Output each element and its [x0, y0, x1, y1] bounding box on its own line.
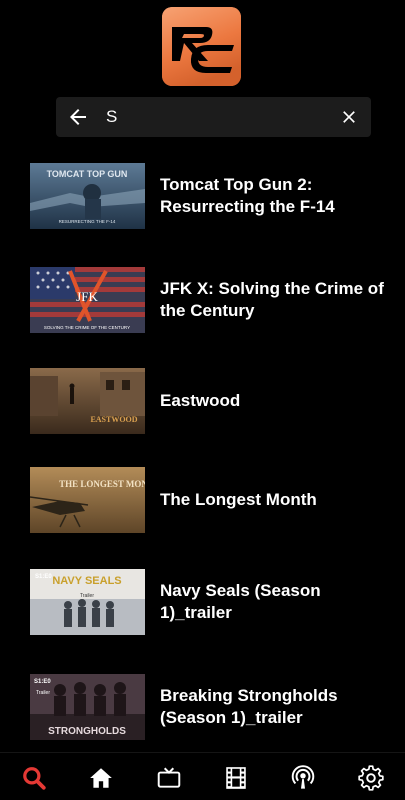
- result-title: Eastwood: [160, 391, 241, 410]
- result-thumbnail: S1:E0 Trailer STRONGHOLDS: [30, 674, 145, 740]
- result-item[interactable]: S1:E0 Trailer STRONGHOLDS Breaking Stron…: [0, 674, 405, 742]
- result-thumbnail: TOMCAT TOP GUN RESURRECTING THE F-14: [30, 163, 145, 229]
- thumb-subtitle: Trailer: [80, 593, 94, 599]
- result-thumbnail: S1:E0 NAVY SEALS Trailer: [30, 569, 145, 635]
- thumb-title: NAVY SEALS: [52, 575, 121, 587]
- thumb-title: STRONGHOLDS: [48, 726, 126, 737]
- thumb-title: THE LONGEST MONTH: [59, 479, 145, 489]
- search-icon[interactable]: [21, 765, 47, 791]
- result-thumbnail: THE LONGEST MONTH: [30, 467, 145, 533]
- back-arrow-icon[interactable]: [66, 105, 90, 129]
- thumb-subtitle: RESURRECTING THE F-14: [59, 219, 116, 224]
- result-thumbnail: EASTWOOD: [30, 368, 145, 434]
- result-title: Breaking Strongholds (Season 1)_trailer: [160, 686, 338, 727]
- thumb-badge: S1:E0: [35, 574, 52, 580]
- bottom-nav: [0, 752, 405, 800]
- clear-search-icon[interactable]: [339, 107, 359, 127]
- result-item[interactable]: JFK SOLVING THE CRIME OF THE CENTURY JFK…: [0, 267, 405, 335]
- result-item[interactable]: S1:E0 NAVY SEALS Trailer Navy Seals (Sea…: [0, 569, 405, 637]
- thumb-badge: S1:E0: [34, 679, 51, 685]
- gear-icon[interactable]: [358, 765, 384, 791]
- podcast-icon[interactable]: [290, 765, 316, 791]
- result-title: JFK X: Solving the Crime of the Century: [160, 279, 384, 320]
- thumb-title: TOMCAT TOP GUN: [47, 169, 128, 179]
- search-input[interactable]: [106, 103, 326, 131]
- rc-logo-icon: [162, 7, 241, 86]
- result-item[interactable]: TOMCAT TOP GUN RESURRECTING THE F-14 Tom…: [0, 163, 405, 231]
- result-title: The Longest Month: [160, 490, 317, 509]
- result-title: Tomcat Top Gun 2: Resurrecting the F-14: [160, 175, 335, 216]
- thumb-title: EASTWOOD: [90, 415, 137, 424]
- search-bar: [56, 97, 371, 137]
- result-title: Navy Seals (Season 1)_trailer: [160, 581, 321, 622]
- thumb-title: JFK: [76, 289, 98, 304]
- tv-icon[interactable]: [156, 765, 182, 791]
- home-icon[interactable]: [88, 765, 114, 791]
- film-icon[interactable]: [223, 765, 249, 791]
- thumb-subtitle: Trailer: [36, 690, 50, 696]
- result-thumbnail: JFK SOLVING THE CRIME OF THE CENTURY: [30, 267, 145, 333]
- result-item[interactable]: EASTWOOD Eastwood: [0, 368, 405, 436]
- thumb-subtitle: SOLVING THE CRIME OF THE CENTURY: [44, 325, 130, 330]
- app-logo: [162, 7, 241, 86]
- result-item[interactable]: THE LONGEST MONTH The Longest Month: [0, 467, 405, 535]
